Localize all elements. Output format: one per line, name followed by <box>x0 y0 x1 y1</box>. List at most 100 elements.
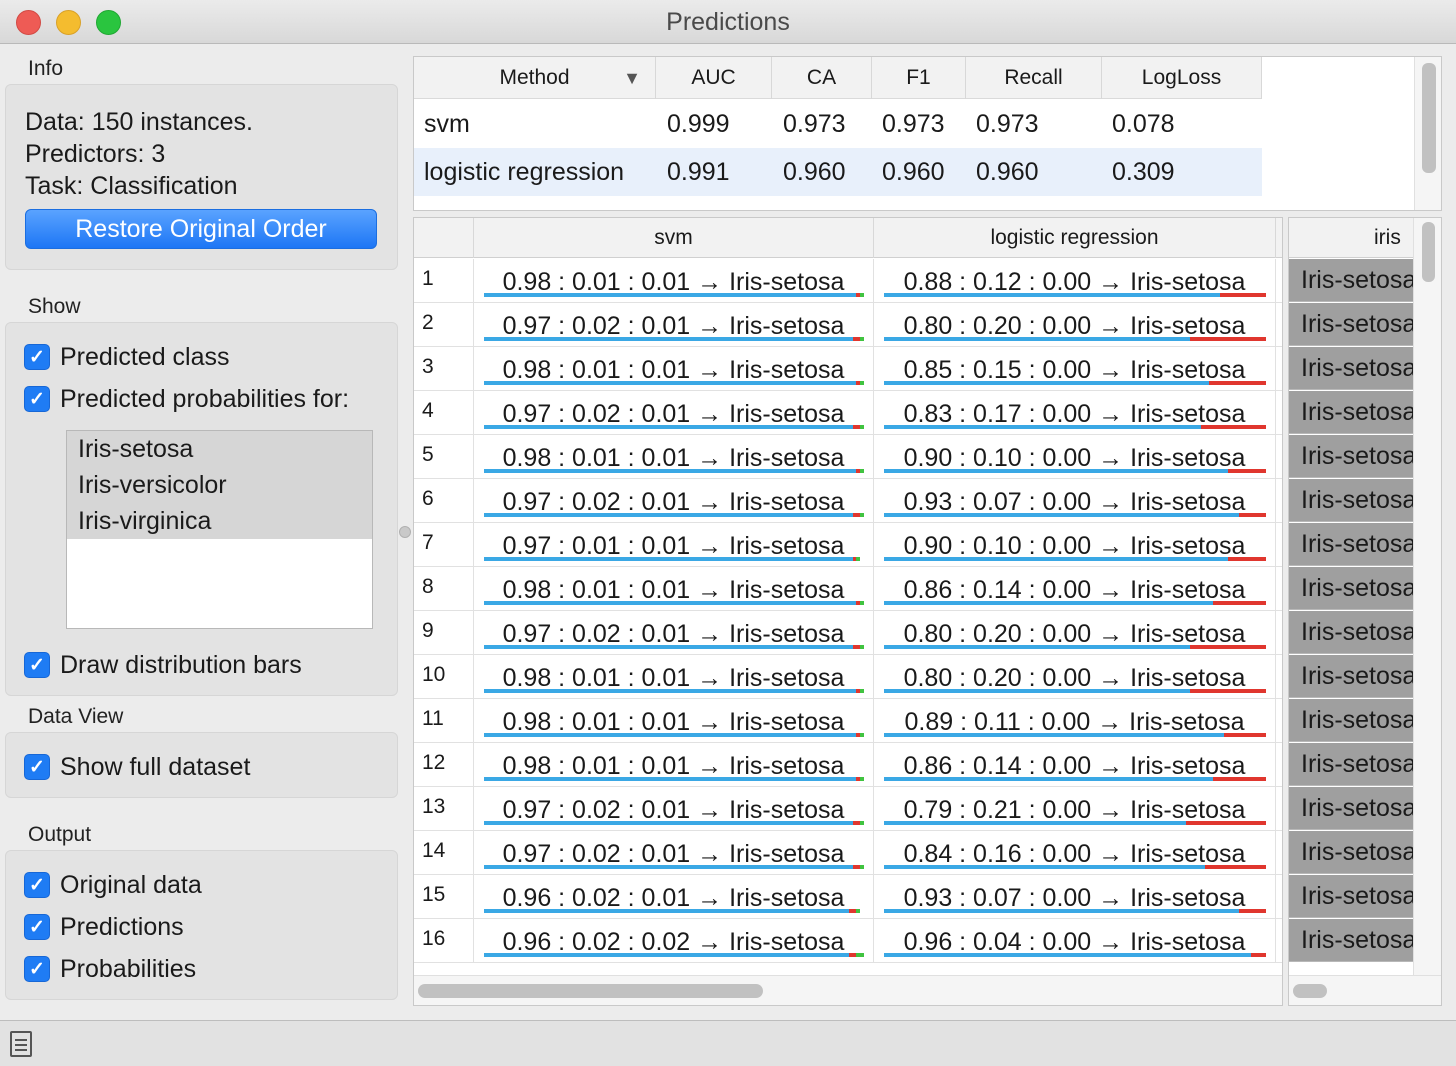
output-label: Output <box>28 823 92 846</box>
distribution-bar-segment <box>860 777 864 781</box>
iris-value-cell: Iris-setosa <box>1289 303 1413 346</box>
table-row[interactable]: 3 0.98 : 0.01 : 0.01 → Iris-setosa 0.85 : … <box>414 347 1282 391</box>
table-row[interactable]: 15 0.96 : 0.02 : 0.01 → Iris-setosa 0.93 :… <box>414 875 1282 919</box>
iris-vertical-scrollbar[interactable] <box>1413 218 1441 975</box>
distribution-bar <box>884 557 1266 561</box>
iris-value-cell: Iris-setosa <box>1289 479 1413 522</box>
distribution-bar-segment <box>484 557 853 561</box>
distribution-bar <box>484 381 864 385</box>
checkmark-icon: ✓ <box>24 386 50 412</box>
list-item[interactable]: Iris-versicolor <box>67 467 372 503</box>
predicted-probabilities-checkbox[interactable]: ✓ Predicted probabilities for: <box>24 384 349 414</box>
header-method[interactable]: Method ▼ <box>414 57 656 99</box>
probabilities-checkbox[interactable]: ✓ Probabilities <box>24 954 196 984</box>
logloss-cell: 0.078 <box>1112 110 1175 138</box>
distribution-bar-segment <box>1189 337 1266 341</box>
draw-distribution-bars-checkbox[interactable]: ✓ Draw distribution bars <box>24 650 302 680</box>
class-listbox[interactable]: Iris-setosa Iris-versicolor Iris-virgini… <box>66 430 373 629</box>
distribution-bar-segment <box>852 645 861 649</box>
title-bar: Predictions <box>0 0 1456 44</box>
table-row[interactable]: svm 0.999 0.973 0.973 0.973 0.078 <box>414 100 1262 148</box>
table-row[interactable]: 9 0.97 : 0.02 : 0.01 → Iris-setosa 0.80 : … <box>414 611 1282 655</box>
status-bar <box>0 1020 1456 1066</box>
distribution-bar <box>484 953 864 957</box>
distribution-bar-segment <box>860 601 864 605</box>
iris-value-cell: Iris-setosa <box>1289 699 1413 742</box>
distribution-bar-segment <box>484 865 853 869</box>
original-data-checkbox[interactable]: ✓ Original data <box>24 870 202 900</box>
checkmark-icon: ✓ <box>24 344 50 370</box>
predictions-horizontal-scrollbar[interactable] <box>414 975 1282 1005</box>
table-row[interactable]: 1 0.98 : 0.01 : 0.01 → Iris-setosa 0.88 : … <box>414 259 1282 303</box>
header-ca[interactable]: CA <box>772 57 872 99</box>
scroll-thumb[interactable] <box>1422 222 1435 282</box>
distribution-bar-segment <box>848 909 857 913</box>
scroll-thumb[interactable] <box>1422 63 1436 173</box>
distribution-bar-segment <box>1227 469 1266 473</box>
distribution-bar-segment <box>860 513 864 517</box>
table-row[interactable]: 4 0.97 : 0.02 : 0.01 → Iris-setosa 0.83 : … <box>414 391 1282 435</box>
distribution-bar-segment <box>484 293 857 297</box>
scroll-thumb[interactable] <box>1293 984 1327 998</box>
iris-value-cell: Iris-setosa <box>1289 435 1413 478</box>
distribution-bar-segment <box>852 425 861 429</box>
list-item[interactable]: Iris-virginica <box>67 503 372 539</box>
distribution-bar-segment <box>860 381 864 385</box>
distribution-bar-segment <box>484 425 853 429</box>
header-f1[interactable]: F1 <box>872 57 966 99</box>
iris-horizontal-scrollbar[interactable] <box>1289 975 1441 1005</box>
distribution-bar-segment <box>860 689 864 693</box>
distribution-bar-segment <box>484 953 849 957</box>
table-row[interactable]: 6 0.97 : 0.02 : 0.01 → Iris-setosa 0.93 : … <box>414 479 1282 523</box>
iris-value-cell: Iris-setosa <box>1289 655 1413 698</box>
table-row[interactable]: 12 0.98 : 0.01 : 0.01 → Iris-setosa 0.86 :… <box>414 743 1282 787</box>
predicted-class-checkbox[interactable]: ✓ Predicted class <box>24 342 230 372</box>
distribution-bar-segment <box>860 337 864 341</box>
table-row[interactable]: logistic regression 0.991 0.960 0.960 0.… <box>414 148 1262 196</box>
splitter-handle[interactable] <box>399 526 411 538</box>
row-number: 11 <box>414 699 474 743</box>
distribution-bar-segment <box>484 513 853 517</box>
row-number: 3 <box>414 347 474 391</box>
checkmark-icon: ✓ <box>24 956 50 982</box>
distribution-bar <box>884 337 1266 341</box>
show-full-dataset-checkbox[interactable]: ✓ Show full dataset <box>24 752 250 782</box>
table-row[interactable]: 7 0.97 : 0.01 : 0.01 → Iris-setosa 0.90 : … <box>414 523 1282 567</box>
table-row[interactable]: 13 0.97 : 0.02 : 0.01 → Iris-setosa 0.79 :… <box>414 787 1282 831</box>
distribution-bar-segment <box>884 469 1228 473</box>
table-row[interactable]: 16 0.96 : 0.02 : 0.02 → Iris-setosa 0.96 :… <box>414 919 1282 963</box>
table-row[interactable]: 14 0.97 : 0.02 : 0.01 → Iris-setosa 0.84 :… <box>414 831 1282 875</box>
distribution-bar-segment <box>884 513 1240 517</box>
table-row[interactable]: 2 0.97 : 0.02 : 0.01 → Iris-setosa 0.80 : … <box>414 303 1282 347</box>
header-svm[interactable]: svm <box>474 218 874 258</box>
scores-vertical-scrollbar[interactable] <box>1414 57 1441 210</box>
header-recall[interactable]: Recall <box>966 57 1102 99</box>
distribution-bar-segment <box>484 733 857 737</box>
restore-original-order-button[interactable]: Restore Original Order <box>25 209 377 249</box>
distribution-bar-segment <box>856 953 864 957</box>
scroll-thumb[interactable] <box>418 984 763 998</box>
row-number-header <box>414 218 474 258</box>
table-row[interactable]: 8 0.98 : 0.01 : 0.01 → Iris-setosa 0.86 : … <box>414 567 1282 611</box>
table-row[interactable]: 5 0.98 : 0.01 : 0.01 → Iris-setosa 0.90 : … <box>414 435 1282 479</box>
predictions-checkbox[interactable]: ✓ Predictions <box>24 912 184 942</box>
distribution-bar-segment <box>884 821 1186 825</box>
distribution-bar <box>884 601 1266 605</box>
distribution-bar <box>884 777 1266 781</box>
distribution-bar <box>484 821 864 825</box>
auc-cell: 0.999 <box>667 110 730 138</box>
table-row[interactable]: 10 0.98 : 0.01 : 0.01 → Iris-setosa 0.80 :… <box>414 655 1282 699</box>
list-item[interactable]: Iris-setosa <box>67 431 372 467</box>
distribution-bar-segment <box>884 953 1251 957</box>
f1-cell: 0.960 <box>882 158 945 186</box>
show-full-dataset-label: Show full dataset <box>60 752 251 781</box>
header-logloss[interactable]: LogLoss <box>1102 57 1262 99</box>
table-row[interactable]: 11 0.98 : 0.01 : 0.01 → Iris-setosa 0.89 :… <box>414 699 1282 743</box>
iris-value-cell: Iris-setosa <box>1289 787 1413 830</box>
distribution-bar-segment <box>1239 513 1266 517</box>
document-icon[interactable] <box>10 1031 32 1057</box>
header-logistic-regression[interactable]: logistic regression <box>874 218 1276 258</box>
scores-header: Method ▼ AUC CA F1 Recall LogLoss <box>414 57 1262 99</box>
header-auc[interactable]: AUC <box>656 57 772 99</box>
draw-distribution-bars-label: Draw distribution bars <box>60 650 302 679</box>
